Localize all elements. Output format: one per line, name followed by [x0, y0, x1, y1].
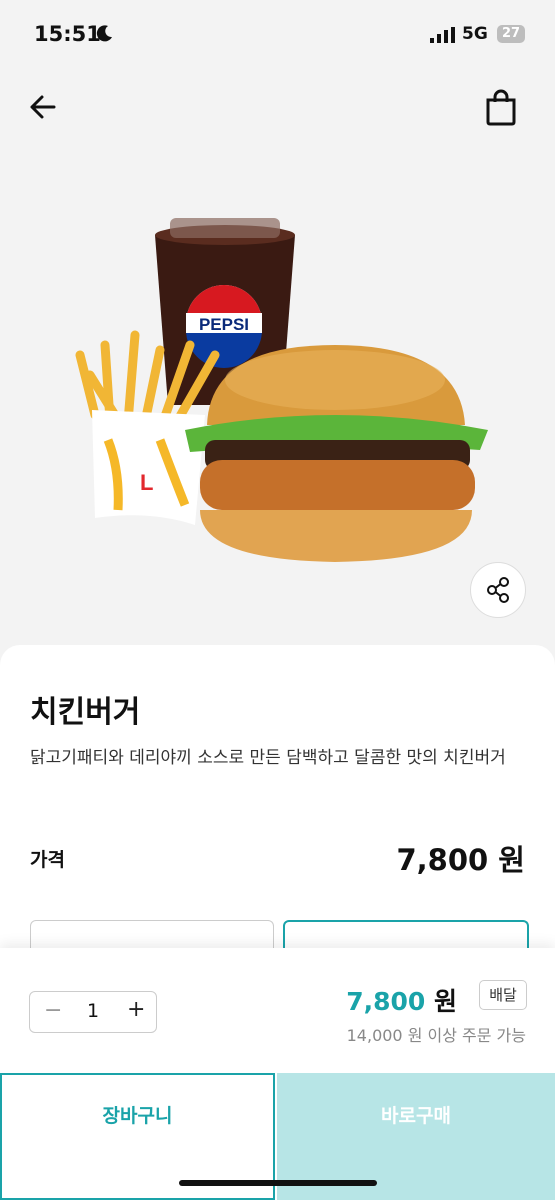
price-label: 가격: [30, 849, 65, 871]
pepsi-logo-text: PEPSI: [199, 315, 249, 334]
order-sheet: − 1 + 7,800 원 배달 14,000 원 이상 주문 가능 장바구니 …: [0, 948, 555, 1200]
back-arrow-icon[interactable]: [26, 90, 60, 124]
product-title: 치킨버거: [30, 695, 141, 730]
svg-text:L: L: [140, 470, 153, 495]
battery-icon: 27: [497, 25, 525, 43]
total-price: 7,800 원: [346, 982, 457, 1018]
buy-now-label: 바로구매: [381, 1105, 451, 1127]
home-indicator: [179, 1180, 377, 1186]
quantity-stepper: − 1 +: [29, 991, 157, 1033]
signal-icon: [430, 27, 455, 43]
decrease-button[interactable]: −: [44, 998, 62, 1023]
moon-icon: [96, 25, 112, 42]
network-label: 5G: [462, 24, 488, 44]
share-button[interactable]: [470, 562, 526, 618]
status-bar: 15:51 5G 27: [0, 0, 555, 70]
burger-image: [185, 345, 488, 562]
min-order-text: 14,000 원 이상 주문 가능: [346, 1026, 526, 1045]
price-value: 7,800 원: [396, 843, 525, 877]
increase-button[interactable]: +: [127, 997, 145, 1022]
total-unit: 원: [433, 987, 457, 1016]
share-icon: [487, 577, 509, 603]
total-amount: 7,800: [346, 987, 426, 1016]
shopping-bag-icon[interactable]: [484, 88, 518, 126]
product-description: 닭고기패티와 데리야끼 소스로 만든 담백하고 달콤한 맛의 치킨버거: [30, 748, 506, 768]
product-info-card: 치킨버거 닭고기패티와 데리야끼 소스로 만든 담백하고 달콤한 맛의 치킨버거…: [0, 645, 555, 962]
delivery-badge: 배달: [479, 980, 527, 1010]
status-time: 15:51: [34, 22, 101, 46]
add-to-cart-label: 장바구니: [102, 1105, 173, 1127]
quantity-value: 1: [87, 1000, 100, 1022]
